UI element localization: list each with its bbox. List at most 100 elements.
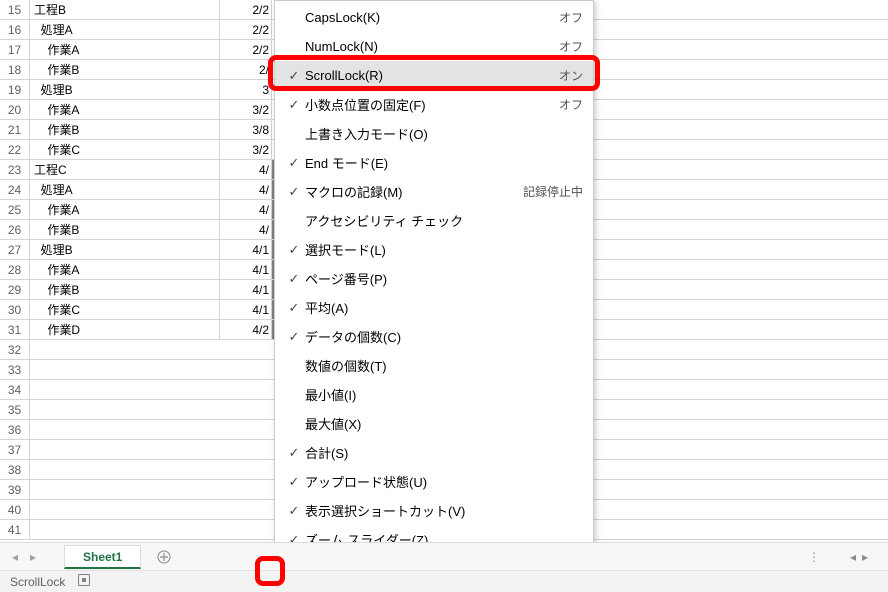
scroll-right-icon[interactable]: ▸ xyxy=(862,550,868,564)
cell-label[interactable]: 作業B xyxy=(30,60,220,79)
menu-item[interactable]: ✓データの個数(C) xyxy=(275,322,593,351)
cell-label[interactable] xyxy=(30,440,220,459)
cell-date[interactable]: 3/2 xyxy=(220,140,272,159)
cell-label[interactable] xyxy=(30,480,220,499)
menu-item[interactable]: ✓表示選択ショートカット(V) xyxy=(275,496,593,525)
cell-date[interactable]: 4/2 xyxy=(220,320,272,339)
tab-nav-prev-icon[interactable]: ◂ xyxy=(8,548,22,566)
cell-label[interactable] xyxy=(30,340,220,359)
sheet-tab[interactable]: Sheet1 xyxy=(64,545,141,569)
cell-date[interactable]: 2/2 xyxy=(220,0,272,19)
menu-item[interactable]: ✓End モード(E) xyxy=(275,148,593,177)
add-sheet-button[interactable] xyxy=(153,546,175,568)
menu-item[interactable]: ✓合計(S) xyxy=(275,438,593,467)
cell-date[interactable] xyxy=(220,500,272,519)
scroll-left-icon[interactable]: ◂ xyxy=(850,550,856,564)
menu-item[interactable]: アクセシビリティ チェック xyxy=(275,206,593,235)
cell-label[interactable]: 処理B xyxy=(30,80,220,99)
cell-date[interactable]: 4/1 xyxy=(220,260,272,279)
cell-label[interactable]: 作業A xyxy=(30,100,220,119)
cell-date[interactable] xyxy=(220,520,272,539)
row-header[interactable]: 17 xyxy=(0,40,30,59)
row-header[interactable]: 26 xyxy=(0,220,30,239)
cell-label[interactable]: 作業B xyxy=(30,280,220,299)
menu-item[interactable]: ✓選択モード(L) xyxy=(275,235,593,264)
cell-label[interactable]: 作業C xyxy=(30,300,220,319)
row-header[interactable]: 25 xyxy=(0,200,30,219)
row-header[interactable]: 34 xyxy=(0,380,30,399)
row-header[interactable]: 29 xyxy=(0,280,30,299)
menu-item[interactable]: ✓ページ番号(P) xyxy=(275,264,593,293)
cell-date[interactable]: 4/ xyxy=(220,220,272,239)
cell-label[interactable]: 作業C xyxy=(30,140,220,159)
menu-item[interactable]: ✓ScrollLock(R)オン xyxy=(275,61,593,90)
row-header[interactable]: 28 xyxy=(0,260,30,279)
row-header[interactable]: 24 xyxy=(0,180,30,199)
cell-date[interactable]: 2/2 xyxy=(220,20,272,39)
row-header[interactable]: 19 xyxy=(0,80,30,99)
cell-label[interactable] xyxy=(30,380,220,399)
row-header[interactable]: 33 xyxy=(0,360,30,379)
tab-nav-next-icon[interactable]: ▸ xyxy=(26,548,40,566)
row-header[interactable]: 20 xyxy=(0,100,30,119)
menu-item[interactable]: 上書き入力モード(O) xyxy=(275,119,593,148)
cell-date[interactable]: 2/2 xyxy=(220,40,272,59)
menu-item[interactable]: 最大値(X) xyxy=(275,409,593,438)
cell-date[interactable]: 3/8 xyxy=(220,120,272,139)
row-header[interactable]: 23 xyxy=(0,160,30,179)
cell-date[interactable]: 3 xyxy=(220,80,272,99)
menu-item[interactable]: ✓平均(A) xyxy=(275,293,593,322)
cell-label[interactable] xyxy=(30,460,220,479)
cell-label[interactable]: 作業A xyxy=(30,260,220,279)
cell-label[interactable]: 工程C xyxy=(30,160,220,179)
row-header[interactable]: 21 xyxy=(0,120,30,139)
cell-date[interactable] xyxy=(220,360,272,379)
row-header[interactable]: 40 xyxy=(0,500,30,519)
menu-item[interactable]: ✓アップロード状態(U) xyxy=(275,467,593,496)
macro-record-icon[interactable] xyxy=(77,573,91,590)
row-header[interactable]: 35 xyxy=(0,400,30,419)
cell-label[interactable] xyxy=(30,500,220,519)
cell-label[interactable]: 作業A xyxy=(30,40,220,59)
menu-item[interactable]: CapsLock(K)オフ xyxy=(275,3,593,32)
cell-date[interactable] xyxy=(220,380,272,399)
cell-date[interactable]: 4/ xyxy=(220,160,272,179)
menu-item[interactable]: ✓小数点位置の固定(F)オフ xyxy=(275,90,593,119)
cell-date[interactable] xyxy=(220,400,272,419)
cell-date[interactable]: 4/ xyxy=(220,180,272,199)
cell-date[interactable]: 2/ xyxy=(220,60,272,79)
row-header[interactable]: 22 xyxy=(0,140,30,159)
cell-label[interactable] xyxy=(30,400,220,419)
cell-date[interactable]: 4/1 xyxy=(220,240,272,259)
row-header[interactable]: 32 xyxy=(0,340,30,359)
cell-date[interactable] xyxy=(220,480,272,499)
cell-date[interactable] xyxy=(220,440,272,459)
cell-label[interactable]: 作業B xyxy=(30,120,220,139)
row-header[interactable]: 15 xyxy=(0,0,30,19)
cell-date[interactable]: 3/2 xyxy=(220,100,272,119)
row-header[interactable]: 39 xyxy=(0,480,30,499)
menu-item[interactable]: NumLock(N)オフ xyxy=(275,32,593,61)
cell-date[interactable]: 4/1 xyxy=(220,300,272,319)
cell-label[interactable] xyxy=(30,360,220,379)
cell-date[interactable]: 4/1 xyxy=(220,280,272,299)
cell-label[interactable]: 工程B xyxy=(30,0,220,19)
tab-scrollbar-area[interactable]: ⋮ ◂ ▸ xyxy=(808,550,888,564)
row-header[interactable]: 18 xyxy=(0,60,30,79)
row-header[interactable]: 27 xyxy=(0,240,30,259)
cell-label[interactable]: 作業A xyxy=(30,200,220,219)
row-header[interactable]: 30 xyxy=(0,300,30,319)
cell-label[interactable]: 処理A xyxy=(30,180,220,199)
cell-date[interactable] xyxy=(220,340,272,359)
row-header[interactable]: 38 xyxy=(0,460,30,479)
cell-label[interactable] xyxy=(30,420,220,439)
cell-label[interactable]: 作業B xyxy=(30,220,220,239)
cell-date[interactable] xyxy=(220,460,272,479)
row-header[interactable]: 41 xyxy=(0,520,30,539)
cell-date[interactable]: 4/ xyxy=(220,200,272,219)
cell-label[interactable]: 処理B xyxy=(30,240,220,259)
menu-item[interactable]: 数値の個数(T) xyxy=(275,351,593,380)
cell-label[interactable] xyxy=(30,520,220,539)
status-bar[interactable]: ScrollLock xyxy=(0,570,888,592)
row-header[interactable]: 31 xyxy=(0,320,30,339)
